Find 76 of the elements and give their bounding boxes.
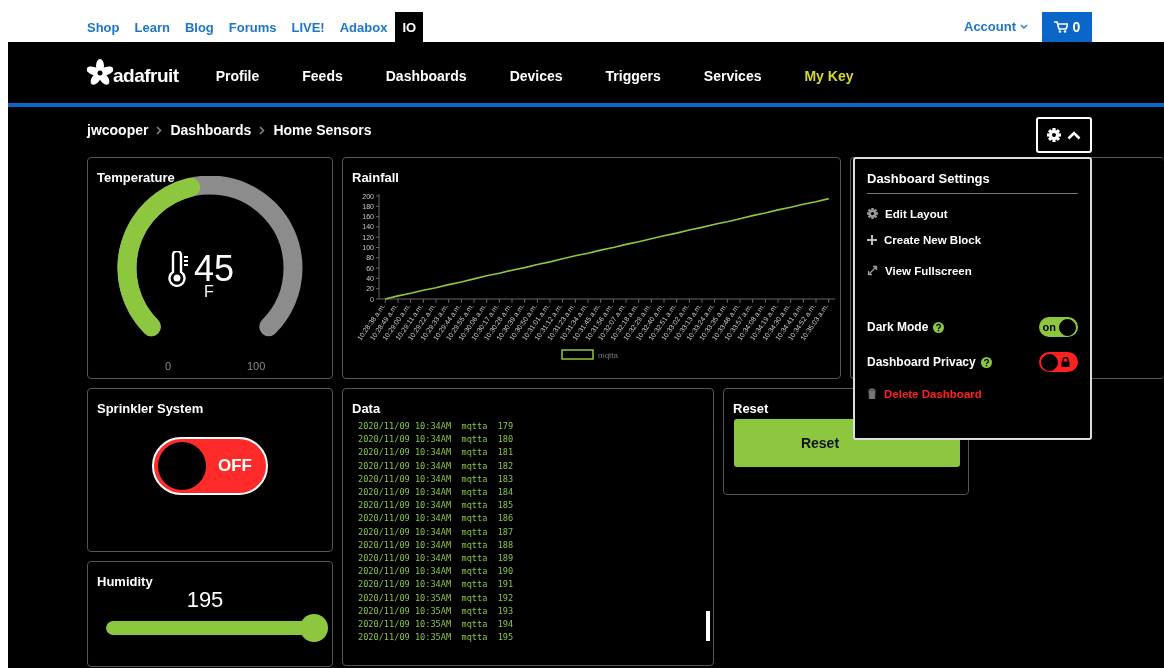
block-title: Humidity: [96, 573, 153, 589]
legend-swatch: [561, 349, 594, 360]
log-line: 2020/11/09 10:35AM mqtta 195: [358, 631, 515, 645]
flower-logo-icon: [87, 58, 113, 87]
setting-label: Dark Mode: [867, 320, 929, 334]
log-line: 2020/11/09 10:35AM mqtta 193: [358, 604, 515, 618]
nav-link[interactable]: Devices: [509, 61, 563, 84]
nav-link[interactable]: Triggers: [605, 61, 661, 84]
block-title: Sprinkler System: [96, 400, 204, 416]
trash-icon: [867, 388, 877, 399]
settings-icon: [867, 208, 878, 219]
nav-link[interactable]: Services: [703, 61, 762, 84]
nav-link[interactable]: Dashboards: [385, 61, 467, 84]
log-line: 2020/11/09 10:34AM mqtta 184: [358, 486, 515, 499]
expand-icon: [867, 265, 878, 276]
nav-link[interactable]: Feeds: [302, 61, 343, 84]
slider-value: 195: [185, 587, 225, 613]
chevron-up-icon: [1067, 130, 1081, 140]
block-title: Reset: [732, 400, 769, 416]
log-line: 2020/11/09 10:34AM mqtta 188: [358, 538, 515, 552]
block-title: Data: [351, 400, 381, 416]
log-line: 2020/11/09 10:35AM mqtta 192: [358, 591, 515, 605]
logo-text[interactable]: adafruit: [113, 64, 179, 87]
breadcrumb-link[interactable]: Home Sensors: [273, 122, 372, 138]
log-line: 2020/11/09 10:34AM mqtta 183: [358, 472, 515, 486]
setting-label: Dashboard Privacy: [867, 355, 976, 369]
log-line: 2020/11/09 10:34AM mqtta 190: [358, 565, 515, 579]
chevron-down-icon: [1020, 23, 1028, 30]
cart-icon: [1053, 21, 1068, 33]
site-link[interactable]: Blog: [177, 20, 221, 42]
log-line: 2020/11/09 10:34AM mqtta 189: [358, 552, 515, 566]
help-icon[interactable]: [980, 356, 992, 368]
breadcrumb-link[interactable]: jwcooper: [87, 122, 149, 138]
log-line: 2020/11/09 10:34AM mqtta 187: [358, 525, 515, 539]
settings-icon: [1047, 128, 1061, 142]
site-link[interactable]: Learn: [127, 20, 177, 42]
lock-icon: [1061, 357, 1070, 367]
toggle-switch[interactable]: on: [1039, 317, 1078, 337]
site-link[interactable]: Forums: [221, 20, 284, 42]
site-link[interactable]: Shop: [87, 20, 127, 42]
toggle-switch[interactable]: [1039, 352, 1078, 372]
log-line: 2020/11/09 10:34AM mqtta 186: [358, 512, 515, 526]
log-line: 2020/11/09 10:34AM mqtta 185: [358, 499, 515, 513]
site-link[interactable]: IO: [395, 12, 424, 42]
thermometer-icon: [168, 251, 190, 287]
breadcrumb-link[interactable]: Dashboards: [170, 122, 252, 138]
menu-item[interactable]: Edit Layout: [867, 207, 1078, 220]
menu-title: Dashboard Settings: [867, 171, 1078, 194]
help-icon[interactable]: [933, 321, 945, 333]
gauge-max-label: 100: [247, 360, 266, 372]
site-link[interactable]: Adabox: [332, 20, 395, 42]
log-line: 2020/11/09 10:34AM mqtta 181: [358, 446, 515, 460]
log-line: 2020/11/09 10:34AM mqtta 182: [358, 459, 515, 473]
menu-item[interactable]: Create New Block: [867, 233, 1078, 246]
log-line: 2020/11/09 10:35AM mqtta 194: [358, 618, 515, 632]
site-link[interactable]: LIVE!: [284, 20, 332, 42]
log-line: 2020/11/09 10:34AM mqtta 191: [358, 578, 515, 592]
legend-label: mqtta: [598, 351, 618, 360]
slider-thumb[interactable]: [300, 614, 328, 642]
account-menu[interactable]: Account: [964, 19, 1028, 42]
nav-link[interactable]: My Key: [804, 61, 854, 84]
scrollbar-thumb[interactable]: [706, 611, 710, 641]
gauge-min-label: 0: [165, 360, 172, 372]
sprinkler-toggle[interactable]: OFF: [152, 437, 268, 495]
chevron-right-icon: [156, 125, 163, 135]
chevron-right-icon: [259, 125, 266, 135]
settings-button[interactable]: [1036, 117, 1092, 153]
menu-item[interactable]: Delete Dashboard: [867, 387, 1078, 400]
block-title: Rainfall: [351, 169, 399, 185]
cart-button[interactable]: 0: [1042, 12, 1092, 42]
log-line: 2020/11/09 10:34AM mqtta 180: [358, 433, 515, 447]
log-line: 2020/11/09 10:34AM mqtta 179: [358, 420, 515, 433]
nav-link[interactable]: Profile: [215, 61, 260, 84]
menu-item[interactable]: View Fullscreen: [867, 264, 1078, 277]
plus-icon: [867, 234, 877, 245]
block-title: Temperature: [96, 169, 175, 185]
